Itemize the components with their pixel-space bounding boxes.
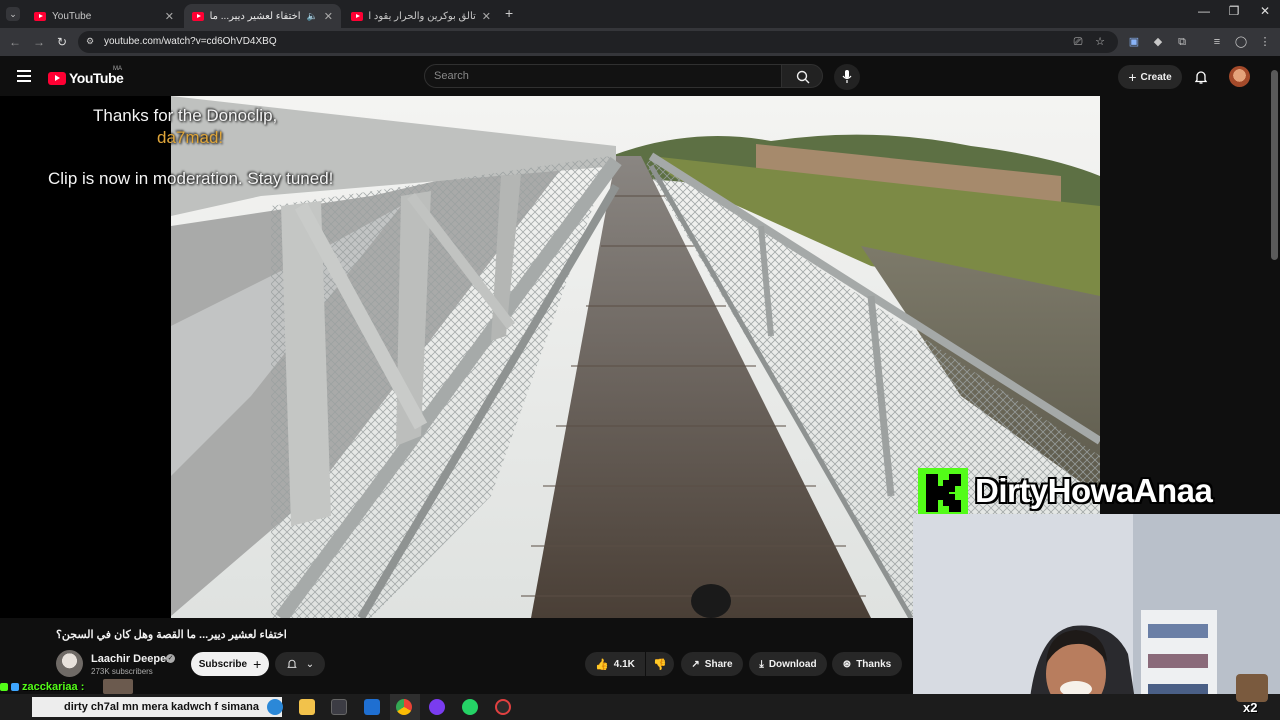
moderation-status-text: Clip is now in moderation. Stay tuned! [48,169,334,188]
outlook-icon[interactable] [364,699,380,715]
translate-icon[interactable]: ▣ [1127,35,1141,49]
back-arrow-icon[interactable]: ← [7,34,23,50]
youtube-favicon-icon [34,11,46,21]
channel-name[interactable]: Laachir Deeper [91,653,170,665]
extensions-puzzle-icon[interactable]: ⧉ [1175,35,1189,49]
notification-settings-button[interactable]: ⌄ [275,652,325,676]
thumbs-up-icon: 👍 [595,658,609,671]
url-text[interactable]: youtube.com/watch?v=cd6OhVD4XBQ [104,36,277,47]
extension-diamond-icon[interactable]: ◆ [1151,35,1165,49]
streamer-webcam [913,514,1280,720]
store-icon[interactable] [331,699,347,715]
tab-news[interactable]: تألق بوكرين والحرار يقود المغرب ✕ [343,4,499,28]
plus-icon: + [253,656,262,672]
like-count: 4.1K [613,658,635,670]
search-input[interactable] [424,64,782,88]
obs-icon[interactable] [495,699,511,715]
streaming-app-icon[interactable] [429,699,445,715]
microphone-icon [842,70,852,83]
chat-username-row: zaccka​riaa : [0,680,84,694]
share-button[interactable]: ↗ Share [681,652,743,676]
logo-wordmark: YouTube [69,70,124,86]
reading-list-icon[interactable]: ≡ [1210,35,1224,49]
share-label: Share [704,658,733,670]
subscribe-button[interactable]: Subscribe + [191,652,269,676]
youtube-play-icon [48,71,66,85]
bell-icon [287,659,297,668]
tab-title: اختفاء لعشير ديير... ما القصة [210,10,301,22]
dislike-button[interactable]: 👎 [646,652,674,676]
file-explorer-icon[interactable] [299,699,315,715]
tab-video-active[interactable]: اختفاء لعشير ديير... ما القصة 🔈 ✕ [184,4,341,28]
subscribe-label: Subscribe [198,658,248,670]
tab-title: تألق بوكرين والحرار يقود المغرب [369,10,476,22]
close-window-icon[interactable]: ✕ [1250,4,1280,18]
chat-message: dirty ch7al mn mera kadwch f simana [64,701,260,713]
account-avatar[interactable] [1229,66,1250,87]
restore-icon[interactable]: ❐ [1219,4,1249,18]
tab-search-icon[interactable]: ⌄ [6,7,20,21]
donor-name: da7mad! [157,128,224,147]
create-label: Create [1140,71,1172,83]
edge-icon[interactable] [267,699,283,715]
share-arrow-icon: ↗ [691,658,700,670]
youtube-logo[interactable]: YouTube [48,70,124,86]
cat-emote-image [1236,674,1268,702]
search-placeholder: Search [434,70,469,82]
tab-audio-icon[interactable]: 🔈 [307,11,318,22]
video-title: اختفاء لعشير ديير... ما القصة وهل كان في… [56,629,287,641]
chat-emote-image [103,679,133,694]
youtube-favicon-icon [351,11,363,21]
voice-search-button[interactable] [834,64,860,90]
minimize-icon[interactable]: — [1189,4,1219,18]
tab-close-icon[interactable]: ✕ [324,10,333,23]
plus-icon: + [1128,69,1137,85]
search-icon [796,70,810,84]
chevron-down-icon: ⌄ [305,658,315,670]
hamburger-menu-icon[interactable] [17,70,31,82]
chat-badge-icon [0,683,8,691]
tab-title: YouTube [52,10,92,22]
cast-icon[interactable]: ⎚ [1071,35,1085,49]
download-button[interactable]: ⤓ Download [749,652,827,676]
whatsapp-icon[interactable] [462,699,478,715]
browser-menu-icon[interactable]: ⋮ [1258,35,1272,49]
tab-close-icon[interactable]: ✕ [165,10,174,23]
search-button[interactable] [781,64,823,88]
site-info-icon[interactable]: ⚙ [86,36,98,48]
thanks-label: Thanks [856,658,892,670]
notifications-bell-icon[interactable] [1193,69,1209,85]
chat-username: zaccka​riaa : [22,681,85,693]
thanks-dollar-icon: ⊛ [842,658,852,670]
bookmark-star-icon[interactable]: ☆ [1093,35,1107,49]
youtube-favicon-icon [192,11,204,21]
create-button[interactable]: + Create [1118,65,1182,89]
tab-youtube[interactable]: YouTube ✕ [26,4,182,28]
streamer-name: DirtyHowaAnaa [975,472,1213,509]
channel-avatar[interactable] [56,650,83,677]
page-scrollbar[interactable] [1271,70,1278,260]
profile-icon[interactable]: ◯ [1234,35,1248,49]
chrome-icon[interactable] [396,699,412,715]
new-tab-button[interactable]: + [505,5,513,21]
thanks-button[interactable]: ⊛ Thanks [832,652,902,676]
emote-counter: x2 [1243,700,1258,715]
download-label: Download [768,658,817,670]
like-button[interactable]: 👍 4.1K [585,652,645,676]
download-icon: ⤓ [759,658,764,670]
forward-arrow-icon[interactable]: → [31,34,47,50]
thumbs-down-icon: 👎 [653,658,667,671]
donoclip-thanks-text: Thanks for the Donoclip, [93,106,278,125]
region-code: MA [113,66,122,72]
chat-badge-icon [11,683,19,691]
subscriber-count: 273K subscribers [91,667,153,676]
kick-logo-icon [918,468,968,518]
reload-icon[interactable]: ↻ [54,34,70,50]
verified-check-icon: ✓ [166,654,175,663]
tab-close-icon[interactable]: ✕ [482,10,491,23]
